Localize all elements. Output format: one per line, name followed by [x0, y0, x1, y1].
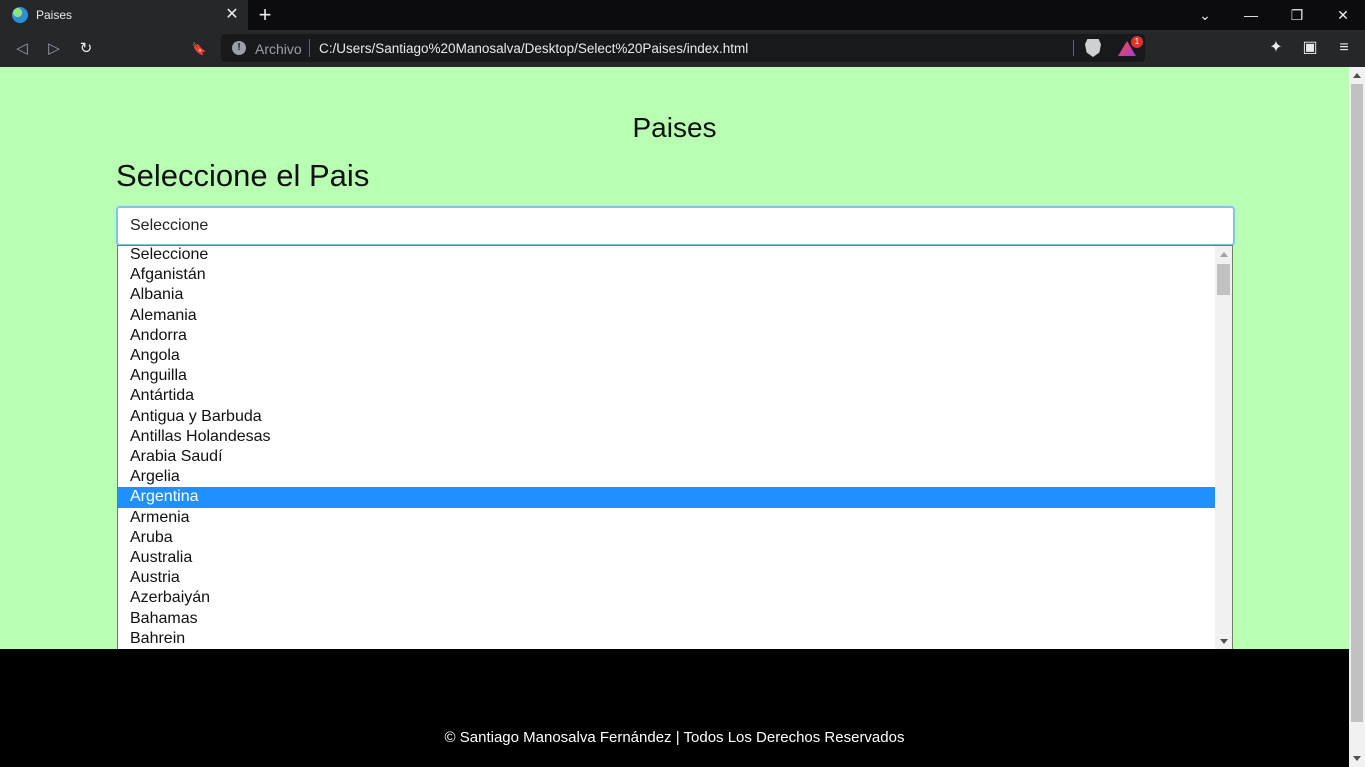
globe-icon — [12, 7, 28, 23]
dropdown-scroll-thumb[interactable] — [1217, 264, 1230, 295]
country-option[interactable]: Bahrein — [118, 629, 1215, 649]
country-option[interactable]: Anguilla — [118, 366, 1215, 386]
url-scheme-label: Archivo — [255, 41, 302, 57]
country-select-value: Seleccione — [130, 217, 209, 234]
footer: © Santiago Manosalva Fernández | Todos L… — [0, 649, 1349, 767]
tab-close-icon[interactable]: ✕ — [222, 5, 242, 25]
country-option[interactable]: Seleccione — [118, 246, 1215, 265]
page-scroll-thumb[interactable] — [1351, 84, 1363, 722]
scroll-up-arrow-icon[interactable] — [1220, 252, 1228, 257]
rewards-badge: 1 — [1131, 36, 1143, 48]
restore-button[interactable]: ❐ — [1274, 0, 1320, 30]
country-option[interactable]: Arabia Saudí — [118, 447, 1215, 467]
country-option[interactable]: Argelia — [118, 467, 1215, 487]
browser-toolbar: ◁ ▷ ↻ 🔖 ! Archivo C:/Users/Santiago%20Ma… — [0, 30, 1365, 67]
country-option-highlighted[interactable]: Argentina — [118, 487, 1215, 508]
footer-copyright: © Santiago Manosalva Fernández | Todos L… — [444, 729, 905, 746]
country-option[interactable]: Aruba — [118, 528, 1215, 548]
back-button[interactable]: ◁ — [10, 37, 34, 61]
info-icon[interactable]: ! — [232, 41, 246, 55]
country-dropdown-list[interactable]: Seleccione Afganistán Albania Alemania A… — [117, 245, 1233, 651]
reload-button[interactable]: ↻ — [74, 37, 98, 61]
tab-search-chevron-icon[interactable]: ⌄ — [1182, 0, 1228, 30]
country-option[interactable]: Alemania — [118, 306, 1215, 326]
minimize-button[interactable]: — — [1228, 0, 1274, 30]
country-option[interactable]: Armenia — [118, 508, 1215, 528]
tab-strip: Paises ✕ + ⌄ — ❐ ✕ — [0, 0, 1365, 30]
close-window-button[interactable]: ✕ — [1320, 0, 1365, 30]
country-option[interactable]: Albania — [118, 285, 1215, 305]
page-scroll-up-icon[interactable] — [1353, 73, 1361, 78]
address-bar[interactable]: ! Archivo C:/Users/Santiago%20Manosalva/… — [221, 34, 1145, 62]
country-option[interactable]: Angola — [118, 346, 1215, 366]
scroll-down-arrow-icon[interactable] — [1220, 639, 1228, 644]
country-option[interactable]: Australia — [118, 548, 1215, 568]
country-option[interactable]: Antártida — [118, 386, 1215, 406]
country-option[interactable]: Antigua y Barbuda — [118, 407, 1215, 427]
page-scrollbar[interactable] — [1349, 67, 1365, 767]
wallet-icon[interactable]: ▣ — [1299, 37, 1321, 59]
url-separator — [309, 39, 310, 57]
page-content: Paises Seleccione el Pais Seleccione Sel… — [0, 67, 1349, 767]
country-option[interactable]: Azerbaiyán — [118, 588, 1215, 608]
extensions-icon[interactable]: ✦ — [1265, 37, 1287, 59]
country-select[interactable]: Seleccione — [116, 206, 1235, 246]
country-option[interactable]: Afganistán — [118, 265, 1215, 285]
forward-button[interactable]: ▷ — [42, 37, 66, 61]
bookmark-icon[interactable]: 🔖 — [187, 37, 211, 61]
page-scroll-down-icon[interactable] — [1353, 756, 1361, 761]
country-option[interactable]: Austria — [118, 568, 1215, 588]
dropdown-scrollbar[interactable] — [1215, 246, 1232, 650]
country-option[interactable]: Bahamas — [118, 609, 1215, 629]
country-option[interactable]: Antillas Holandesas — [118, 427, 1215, 447]
country-option[interactable]: Andorra — [118, 326, 1215, 346]
page-title: Paises — [632, 112, 717, 143]
url-text[interactable]: C:/Users/Santiago%20Manosalva/Desktop/Se… — [319, 41, 748, 56]
brave-shields-icon[interactable] — [1085, 39, 1101, 57]
new-tab-button[interactable]: + — [254, 3, 276, 27]
menu-icon[interactable]: ≡ — [1333, 37, 1355, 59]
tab-title: Paises — [36, 8, 73, 22]
tab-paises[interactable]: Paises ✕ — [0, 0, 248, 30]
page-heading: Seleccione el Pais — [116, 158, 370, 193]
url-divider — [1073, 40, 1074, 56]
